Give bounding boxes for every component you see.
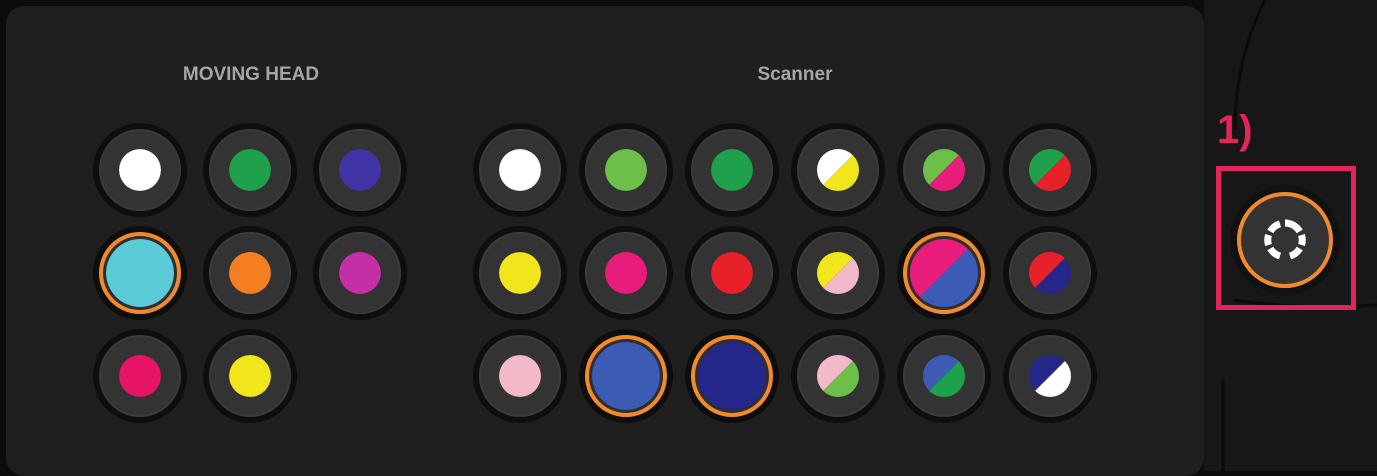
color-dot	[229, 252, 271, 294]
swatch-ring	[691, 335, 773, 417]
swatch-ring	[691, 232, 773, 314]
scanner-swatch-white[interactable]	[473, 123, 567, 217]
color-dot	[499, 149, 541, 191]
color-dot	[339, 149, 381, 191]
color-dot	[119, 149, 161, 191]
moving-head-title: MOVING HEAD	[182, 64, 320, 85]
swatch-ring	[903, 335, 985, 417]
scanner-swatch-red-navy[interactable]	[1003, 226, 1097, 320]
color-dot	[339, 252, 381, 294]
scanner-swatch-pink-blue[interactable]	[897, 226, 991, 320]
scanner-swatch-blue[interactable]	[579, 329, 673, 423]
scanner-swatch-lime-pink[interactable]	[897, 123, 991, 217]
scanner-swatch-yellow-light-pink[interactable]	[791, 226, 885, 320]
color-dot	[499, 355, 541, 397]
moving-head-swatch-light-blue[interactable]	[93, 226, 187, 320]
color-dot	[698, 342, 766, 410]
swatch-ring	[479, 335, 561, 417]
color-dot	[817, 149, 859, 191]
settings-button-ring	[1237, 192, 1333, 288]
swatch-ring	[99, 232, 181, 314]
color-dot	[605, 252, 647, 294]
annotation-label: 1)	[1217, 108, 1253, 152]
scanner-swatch-navy[interactable]	[685, 329, 779, 423]
color-dot	[499, 252, 541, 294]
color-dot	[817, 355, 859, 397]
swatch-ring	[479, 129, 561, 211]
swatch-ring	[691, 129, 773, 211]
color-dot	[229, 149, 271, 191]
color-dot	[119, 355, 161, 397]
moving-head-swatch-indigo[interactable]	[313, 123, 407, 217]
swatch-ring	[903, 129, 985, 211]
moving-head-swatch-pink[interactable]	[93, 329, 187, 423]
swatch-ring	[1009, 335, 1091, 417]
color-dot	[923, 149, 965, 191]
swatch-ring	[479, 232, 561, 314]
moving-head-swatch-white[interactable]	[93, 123, 187, 217]
color-dot	[1029, 149, 1071, 191]
scanner-swatch-green[interactable]	[685, 123, 779, 217]
loading-ring-icon	[1264, 219, 1306, 260]
color-dot	[923, 355, 965, 397]
color-dot	[1029, 355, 1071, 397]
color-dot	[106, 239, 174, 307]
color-wheel-settings-button[interactable]	[1230, 185, 1340, 295]
scanner-swatch-yellow[interactable]	[473, 226, 567, 320]
swatch-ring	[585, 129, 667, 211]
swatch-ring	[319, 129, 401, 211]
color-dot	[229, 355, 271, 397]
scanner-swatch-blue-green[interactable]	[897, 329, 991, 423]
color-dot	[592, 342, 660, 410]
swatch-ring	[99, 129, 181, 211]
scanner-swatch-light-pink-lime[interactable]	[791, 329, 885, 423]
swatch-ring	[585, 335, 667, 417]
moving-head-swatch-yellow[interactable]	[203, 329, 297, 423]
scanner-swatch-light-pink[interactable]	[473, 329, 567, 423]
color-dot	[1029, 252, 1071, 294]
scanner-swatch-pink[interactable]	[579, 226, 673, 320]
scanner-swatch-white-yellow[interactable]	[791, 123, 885, 217]
swatch-ring	[797, 232, 879, 314]
scanner-swatch-navy-white[interactable]	[1003, 329, 1097, 423]
scanner-swatch-green-red[interactable]	[1003, 123, 1097, 217]
swatch-ring	[797, 335, 879, 417]
moving-head-swatch-green[interactable]	[203, 123, 297, 217]
swatch-ring	[903, 232, 985, 314]
swatch-ring	[209, 232, 291, 314]
color-dot	[605, 149, 647, 191]
swatch-ring	[1009, 129, 1091, 211]
color-dot	[817, 252, 859, 294]
scanner-swatch-red[interactable]	[685, 226, 779, 320]
swatch-ring	[209, 129, 291, 211]
color-dot	[910, 239, 978, 307]
moving-head-swatch-orange[interactable]	[203, 226, 297, 320]
swatch-ring	[319, 232, 401, 314]
swatch-ring	[99, 335, 181, 417]
moving-head-swatch-magenta[interactable]	[313, 226, 407, 320]
swatch-ring	[1009, 232, 1091, 314]
scanner-title: Scanner	[757, 64, 833, 85]
color-dot	[711, 252, 753, 294]
scanner-swatch-lime-green[interactable]	[579, 123, 673, 217]
swatch-ring	[209, 335, 291, 417]
color-dot	[711, 149, 753, 191]
swatch-ring	[797, 129, 879, 211]
swatch-ring	[585, 232, 667, 314]
